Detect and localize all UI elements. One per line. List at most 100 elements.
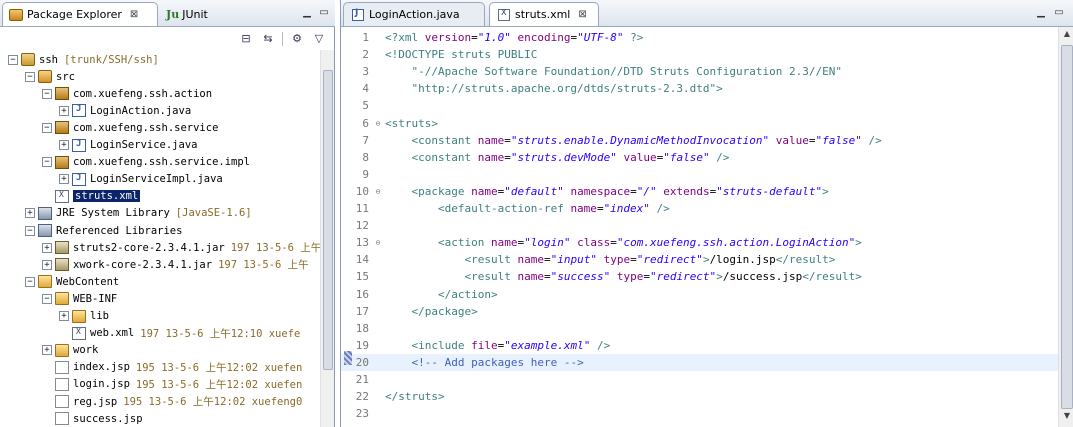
expand-icon[interactable]: +: [59, 105, 69, 116]
code-line[interactable]: 13 ⊖ <action name="login" class="com.xuef…: [341, 234, 1058, 251]
tree-item[interactable]: + LoginServiceImpl.java: [0, 171, 320, 188]
xml-file-icon: [72, 326, 86, 340]
filter-icon[interactable]: ⚙: [289, 31, 305, 47]
close-icon[interactable]: ⊠: [578, 9, 586, 20]
code-line[interactable]: 3 "-//Apache Software Foundation//DTD St…: [341, 63, 1058, 80]
code-line[interactable]: 22 </struts>: [341, 388, 1058, 405]
expand-icon[interactable]: +: [59, 311, 69, 321]
tree-item-label: struts2-core-2.3.4.1.jar: [73, 241, 225, 254]
close-icon[interactable]: ⊠: [130, 9, 138, 20]
tree-item[interactable]: − com.xuefeng.ssh.service: [0, 119, 320, 136]
minimize-icon[interactable]: ▁: [300, 6, 314, 20]
tree-item[interactable]: web.xml 197 13-5-6 上午12:10 xuefe: [0, 325, 320, 342]
expand-icon[interactable]: +: [42, 345, 52, 356]
code-line[interactable]: 5: [341, 97, 1058, 114]
scroll-up-icon[interactable]: ▲: [1061, 29, 1073, 43]
minimize-icon[interactable]: ▁: [1034, 6, 1048, 20]
scroll-down-icon[interactable]: ▼: [1061, 411, 1073, 425]
collapse-all-icon[interactable]: ⊟: [238, 31, 254, 47]
code-line[interactable]: 6 ⊖ <struts>: [341, 115, 1058, 132]
tree-item[interactable]: − WEB-INF: [0, 290, 320, 307]
tree-item[interactable]: + work: [0, 342, 320, 359]
collapse-icon[interactable]: −: [42, 88, 52, 99]
tree-item[interactable]: success.jsp: [0, 410, 320, 427]
editor-scrollbar[interactable]: ▲ ▼: [1058, 27, 1073, 427]
line-number: 3: [362, 65, 369, 79]
collapse-icon[interactable]: −: [42, 157, 52, 168]
tree-item[interactable]: − src: [0, 68, 320, 85]
tree-item[interactable]: − WebContent: [0, 273, 320, 290]
tree-item[interactable]: + xwork-core-2.3.4.1.jar 197 13-5-6 上午: [0, 256, 320, 273]
code-line[interactable]: 2 <!DOCTYPE struts PUBLIC: [341, 46, 1058, 63]
tree-item[interactable]: + LoginService.java: [0, 137, 320, 154]
tree-item[interactable]: + JRE System Library [JavaSE-1.6]: [0, 205, 320, 222]
code-token: value: [623, 150, 657, 164]
code-token: <?: [385, 31, 399, 44]
explorer-scrollbar[interactable]: [320, 50, 334, 427]
maximize-icon[interactable]: ▭: [317, 6, 331, 20]
code-text: <constant name="struts.enable.DynamicMet…: [383, 134, 882, 147]
tab-junit[interactable]: Ju JUnit: [160, 2, 222, 26]
code-line[interactable]: 9: [341, 166, 1058, 183]
fold-icon[interactable]: ⊖: [373, 238, 383, 247]
tree-item[interactable]: struts.xml: [0, 188, 320, 205]
collapse-icon[interactable]: −: [25, 71, 35, 82]
code-line[interactable]: 8 <constant name="struts.devMode" value=…: [341, 149, 1058, 166]
tree-item-label: web.xml: [90, 327, 135, 340]
code-line[interactable]: 10 ⊖ <package name="default" namespace="/…: [341, 183, 1058, 200]
code-text: <result name="input" type="redirect">/lo…: [383, 253, 835, 266]
tree-item[interactable]: + struts2-core-2.3.4.1.jar 197 13-5-6 上午: [0, 239, 320, 256]
view-menu-icon[interactable]: ▽: [311, 31, 327, 47]
code-line[interactable]: 17 </package>: [341, 303, 1058, 320]
code-line[interactable]: 11 <default-action-ref name="index" />: [341, 200, 1058, 217]
tree-item[interactable]: − Referenced Libraries: [0, 222, 320, 239]
scrollbar-thumb[interactable]: [1061, 45, 1073, 409]
tab-login-action-java[interactable]: LoginAction.java: [343, 2, 485, 26]
code-line[interactable]: 19 <include file="example.xml" />: [341, 337, 1058, 354]
expand-icon[interactable]: +: [59, 174, 69, 185]
line-number: 11: [355, 202, 369, 215]
code-line[interactable]: 4 "http://struts.apache.org/dtds/struts-…: [341, 80, 1058, 97]
tree-item[interactable]: + LoginAction.java: [0, 102, 320, 119]
tree-item[interactable]: − ssh [trunk/SSH/ssh]: [0, 51, 320, 68]
code-line[interactable]: 21: [341, 371, 1058, 388]
collapse-icon[interactable]: −: [42, 293, 52, 304]
collapse-icon[interactable]: −: [42, 122, 52, 133]
tab-package-explorer[interactable]: Package Explorer ⊠: [2, 2, 158, 26]
expand-icon[interactable]: +: [59, 140, 69, 150]
code-line[interactable]: 12: [341, 217, 1058, 234]
tree-item[interactable]: − com.xuefeng.ssh.action: [0, 85, 320, 102]
code-line[interactable]: 23: [341, 405, 1058, 422]
tree-item[interactable]: + lib: [0, 308, 320, 325]
tree-item[interactable]: index.jsp 195 13-5-6 上午12:02 xuefen: [0, 359, 320, 376]
fold-icon[interactable]: ⊖: [373, 187, 383, 196]
code-area[interactable]: 1 <?xml version="1.0" encoding="UTF-8" ?>…: [341, 27, 1058, 427]
code-line[interactable]: 18: [341, 320, 1058, 337]
code-token: /login.jsp: [709, 253, 776, 267]
tree-item-label: index.jsp: [73, 361, 130, 374]
collapse-icon[interactable]: −: [8, 54, 18, 65]
code-line[interactable]: 15 <result name="success" type="redirect…: [341, 268, 1058, 285]
maximize-icon[interactable]: ▭: [1052, 6, 1066, 20]
code-line[interactable]: 14 <result name="input" type="redirect">…: [341, 251, 1058, 268]
tree-item[interactable]: reg.jsp 195 13-5-6 上午12:02 xuefeng0: [0, 393, 320, 410]
code-line[interactable]: 1 <?xml version="1.0" encoding="UTF-8" ?>: [341, 29, 1058, 46]
collapse-icon[interactable]: −: [25, 225, 35, 236]
link-with-editor-icon[interactable]: ⇆: [260, 31, 276, 47]
scrollbar-thumb[interactable]: [323, 70, 333, 370]
code-line[interactable]: 20 <!-- Add packages here -->: [341, 353, 1058, 371]
expand-icon[interactable]: +: [25, 208, 35, 219]
code-token: "false": [663, 150, 710, 164]
fold-icon[interactable]: ⊖: [373, 119, 383, 128]
expand-icon[interactable]: +: [42, 259, 52, 270]
tree-item[interactable]: login.jsp 195 13-5-6 上午12:02 xuefen: [0, 376, 320, 393]
collapse-icon[interactable]: −: [25, 276, 35, 287]
tree-item[interactable]: − com.xuefeng.ssh.service.impl: [0, 154, 320, 171]
tab-struts-xml[interactable]: struts.xml ⊠: [489, 2, 599, 26]
expand-icon[interactable]: +: [42, 242, 52, 253]
code-token: <struts>: [385, 116, 438, 130]
code-line[interactable]: 7 <constant name="struts.enable.DynamicM…: [341, 132, 1058, 149]
code-line[interactable]: 16 </action>: [341, 286, 1058, 303]
